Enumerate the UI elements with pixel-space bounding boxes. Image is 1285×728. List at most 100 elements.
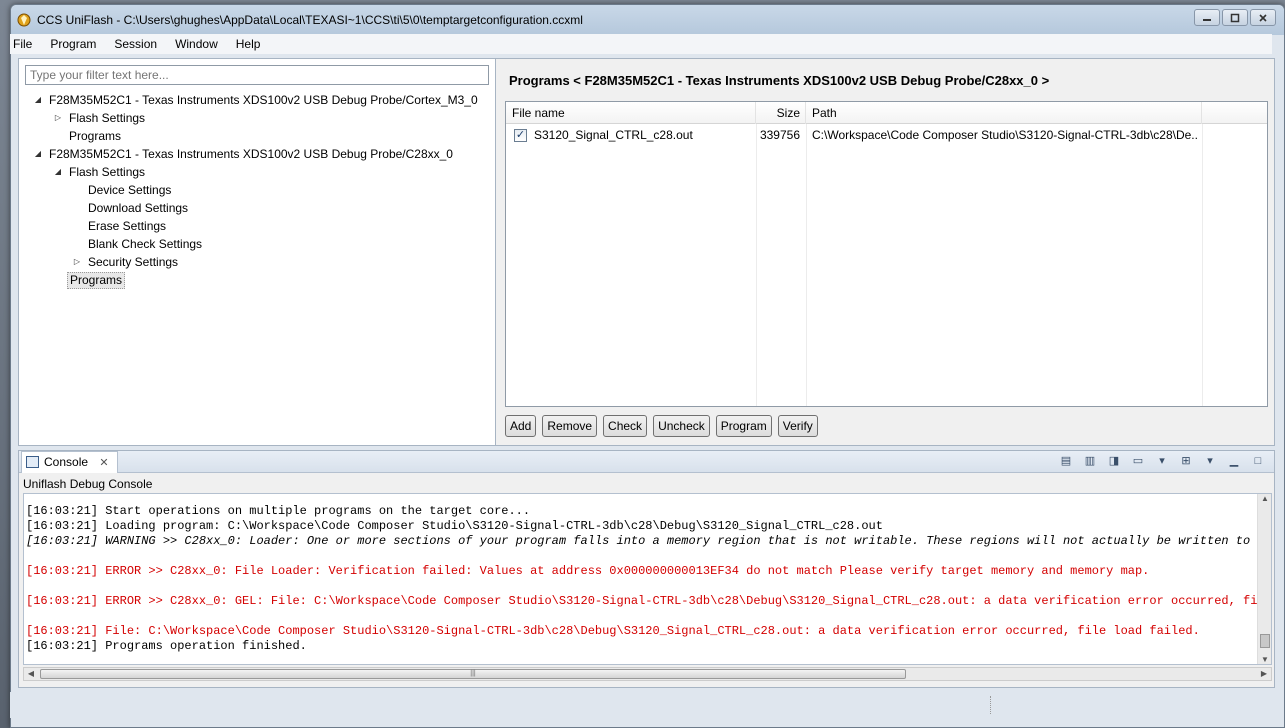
- menu-program[interactable]: Program: [39, 34, 103, 51]
- dropdown-arrow-icon[interactable]: ▾: [1202, 454, 1218, 468]
- status-bar: [10, 692, 1272, 718]
- collapsed-arrow-icon[interactable]: ▷: [53, 109, 63, 127]
- column-header-file-name[interactable]: File name: [506, 102, 756, 124]
- program-button[interactable]: Program: [715, 415, 772, 437]
- main-area: ◢ F28M35M52C1 - Texas Instruments XDS100…: [18, 58, 1275, 446]
- menu-window[interactable]: Window: [164, 34, 225, 51]
- console-vertical-scrollbar[interactable]: ▲ ▼: [1257, 494, 1271, 664]
- open-console-icon[interactable]: ⊞: [1178, 454, 1194, 468]
- app-icon: [17, 13, 31, 27]
- menu-bar: File Program Session Window Help: [10, 34, 1272, 54]
- programs-table: File name Size Path ✓ S3120_Signal_CTRL_…: [505, 101, 1268, 407]
- tree-item-label: Download Settings: [88, 201, 189, 215]
- log-line: [16:03:21] Loading program: C:\Workspace…: [26, 519, 883, 533]
- console-subtitle: Uniflash Debug Console: [23, 477, 153, 491]
- close-button[interactable]: [1250, 9, 1276, 26]
- programs-button-row: Add Remove Check Uncheck Program Verify: [505, 415, 824, 437]
- close-tab-icon[interactable]: ✕: [99, 457, 108, 469]
- file-name-cell: S3120_Signal_CTRL_c28.out: [534, 128, 693, 142]
- column-header-empty: [1202, 102, 1267, 124]
- scroll-left-icon[interactable]: ◀: [24, 668, 38, 680]
- console-view: Console ✕ ▤ ▥ ◨ ▭ ▾ ⊞ ▾ ▁ □ Uniflash Deb…: [18, 450, 1275, 688]
- tree-item-label: Flash Settings: [69, 165, 146, 179]
- column-divider: [806, 124, 807, 406]
- maximize-icon: [1230, 13, 1240, 22]
- tab-console[interactable]: Console ✕: [21, 451, 118, 473]
- tree-item-c28-programs[interactable]: Programs: [19, 271, 495, 289]
- minimize-button[interactable]: [1194, 9, 1220, 26]
- filter-input[interactable]: [25, 65, 489, 85]
- tree-item-label: Blank Check Settings: [88, 237, 203, 251]
- programs-panel: Programs < F28M35M52C1 - Texas Instrumen…: [499, 59, 1274, 445]
- tree-item-erase-settings[interactable]: Erase Settings: [19, 217, 495, 235]
- scroll-lock-icon[interactable]: ▥: [1082, 454, 1098, 468]
- tree-item-cortex-core[interactable]: ◢ F28M35M52C1 - Texas Instruments XDS100…: [19, 91, 495, 109]
- menu-file[interactable]: File: [10, 34, 39, 51]
- log-line-error: [16:03:21] ERROR >> C28xx_0: File Loader…: [26, 564, 1150, 578]
- window-title: CCS UniFlash - C:\Users\ghughes\AppData\…: [37, 13, 583, 27]
- clear-console-icon[interactable]: ▤: [1058, 454, 1074, 468]
- column-divider: [1202, 124, 1203, 406]
- tree-item-label: Flash Settings: [69, 111, 146, 125]
- minimize-icon: [1203, 18, 1211, 21]
- column-header-path[interactable]: Path: [806, 102, 1202, 124]
- tree-item-cortex-programs[interactable]: Programs: [19, 127, 495, 145]
- tree-item-label: Programs: [67, 272, 126, 289]
- add-button[interactable]: Add: [505, 415, 537, 437]
- tree-item-label: F28M35M52C1 - Texas Instruments XDS100v2…: [49, 93, 478, 107]
- log-line: [16:03:21] Start operations on multiple …: [26, 504, 531, 518]
- minimize-view-icon[interactable]: ▁: [1226, 454, 1242, 468]
- programs-panel-title: Programs < F28M35M52C1 - Texas Instrumen…: [509, 73, 1050, 88]
- console-horizontal-scrollbar[interactable]: ◀ ||| ▶: [23, 667, 1272, 681]
- program-checkbox[interactable]: ✓: [514, 129, 527, 142]
- maximize-button[interactable]: [1222, 9, 1248, 26]
- tree-item-label: Device Settings: [88, 183, 172, 197]
- check-button[interactable]: Check: [603, 415, 648, 437]
- scroll-up-icon[interactable]: ▲: [1258, 494, 1271, 503]
- display-console-icon[interactable]: ▭: [1130, 454, 1146, 468]
- expanded-arrow-icon[interactable]: ◢: [53, 163, 63, 181]
- expanded-arrow-icon[interactable]: ◢: [33, 145, 43, 163]
- console-output[interactable]: [16:03:21] Start operations on multiple …: [23, 493, 1272, 665]
- dropdown-arrow-icon[interactable]: ▾: [1154, 454, 1170, 468]
- expanded-arrow-icon[interactable]: ◢: [33, 91, 43, 109]
- tree-item-security-settings[interactable]: ▷ Security Settings: [19, 253, 495, 271]
- tree-item-c28-flash-settings[interactable]: ◢ Flash Settings: [19, 163, 495, 181]
- scroll-right-icon[interactable]: ▶: [1257, 668, 1271, 680]
- tree-item-label: Programs: [69, 129, 122, 143]
- table-row[interactable]: ✓ S3120_Signal_CTRL_c28.out 339756 C:\Wo…: [506, 125, 1267, 145]
- menu-help[interactable]: Help: [225, 34, 268, 51]
- log-line-warning: [16:03:21] WARNING >> C28xx_0: Loader: O…: [26, 534, 1272, 548]
- tree-item-cortex-flash-settings[interactable]: ▷ Flash Settings: [19, 109, 495, 127]
- log-line-error: [16:03:21] ERROR >> C28xx_0: GEL: File: …: [26, 594, 1272, 608]
- log-line: [16:03:21] Programs operation finished.: [26, 639, 307, 653]
- size-cell: 339756: [759, 128, 800, 142]
- remove-button[interactable]: Remove: [542, 415, 598, 437]
- verify-button[interactable]: Verify: [777, 415, 818, 437]
- scroll-thumb[interactable]: [1260, 634, 1270, 648]
- collapsed-arrow-icon[interactable]: ▷: [72, 253, 82, 271]
- pin-console-icon[interactable]: ◨: [1106, 454, 1122, 468]
- console-header: Console ✕ ▤ ▥ ◨ ▭ ▾ ⊞ ▾ ▁ □: [19, 451, 1274, 473]
- tree-item-label: F28M35M52C1 - Texas Instruments XDS100v2…: [49, 147, 453, 161]
- tree-item-label: Security Settings: [88, 255, 179, 269]
- console-toolbar: ▤ ▥ ◨ ▭ ▾ ⊞ ▾ ▁ □: [1050, 454, 1266, 468]
- tree-item-download-settings[interactable]: Download Settings: [19, 199, 495, 217]
- tree-item-blank-check-settings[interactable]: Blank Check Settings: [19, 235, 495, 253]
- column-divider: [756, 124, 757, 406]
- menu-session[interactable]: Session: [103, 34, 164, 51]
- path-cell: C:\Workspace\Code Composer Studio\S3120-…: [812, 128, 1198, 142]
- title-bar[interactable]: CCS UniFlash - C:\Users\ghughes\AppData\…: [11, 5, 1284, 35]
- tree-item-label: Erase Settings: [88, 219, 167, 233]
- status-separator: [990, 696, 991, 714]
- maximize-view-icon[interactable]: □: [1250, 454, 1266, 468]
- column-header-size[interactable]: Size: [756, 102, 806, 124]
- console-icon: [26, 456, 39, 468]
- tree-item-c28-core[interactable]: ◢ F28M35M52C1 - Texas Instruments XDS100…: [19, 145, 495, 163]
- scroll-down-icon[interactable]: ▼: [1258, 655, 1271, 664]
- table-header: File name Size Path: [506, 102, 1267, 124]
- close-icon: [1259, 13, 1267, 22]
- tree-item-device-settings[interactable]: Device Settings: [19, 181, 495, 199]
- uncheck-button[interactable]: Uncheck: [653, 415, 710, 437]
- scroll-thumb[interactable]: |||: [40, 669, 906, 679]
